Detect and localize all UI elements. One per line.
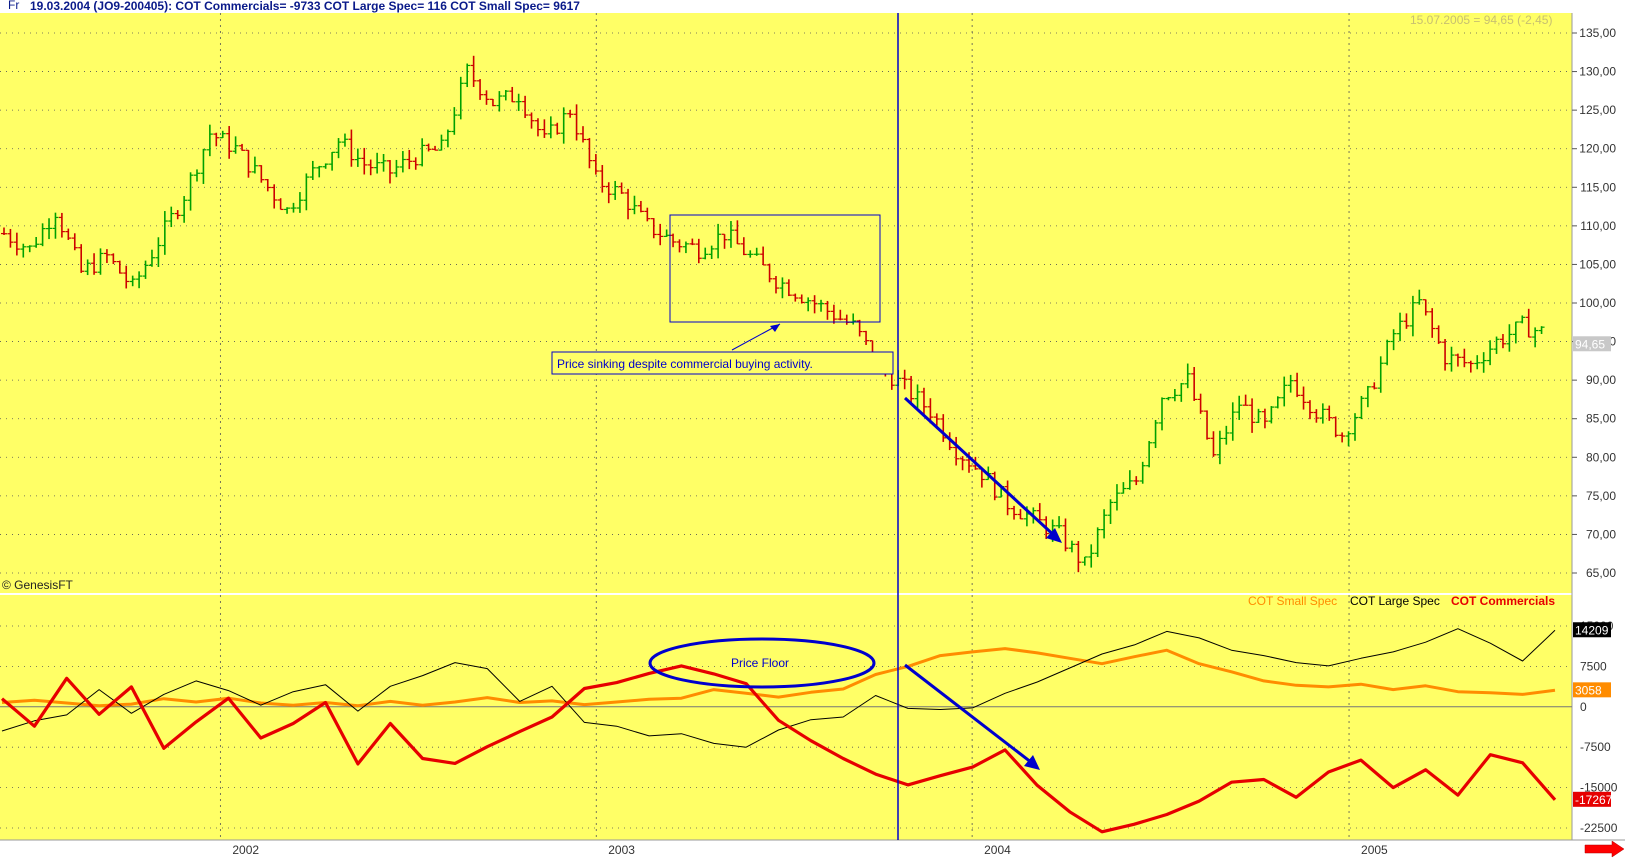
- chart-window: Fr 19.03.2004 (JO9-200405): COT Commerci…: [0, 0, 1625, 859]
- x-tick-label: 2005: [1361, 843, 1388, 857]
- price-tick-label: 125,00: [1579, 103, 1616, 117]
- price-tick-label: 135,00: [1579, 26, 1616, 40]
- price-tick-label: 100,00: [1579, 296, 1616, 310]
- price-tick-label: 75,00: [1586, 489, 1616, 503]
- header-prefix: Fr: [8, 0, 19, 12]
- price-tick-label: 105,00: [1579, 257, 1616, 271]
- callout-text: Price sinking despite commercial buying …: [557, 357, 813, 371]
- commercials-tag-label: -17267: [1575, 793, 1613, 807]
- copyright-text: © GenesisFT: [2, 578, 74, 592]
- large-spec-tag-label: 14209: [1575, 623, 1609, 637]
- price-last-tag: 94,65: [1573, 336, 1611, 352]
- legend-large-spec: COT Large Spec: [1350, 594, 1440, 608]
- price-tick-label: 110,00: [1580, 219, 1616, 233]
- cot-tick-label: 7500: [1580, 659, 1607, 673]
- chart-canvas: Fr 19.03.2004 (JO9-200405): COT Commerci…: [0, 0, 1625, 859]
- cot-tick-label: 0: [1580, 700, 1587, 714]
- x-tick-label: 2003: [608, 843, 635, 857]
- price-tick-label: 90,00: [1586, 373, 1616, 387]
- large-spec-tag: 14209: [1573, 622, 1611, 638]
- cot-panel: [0, 595, 1572, 840]
- price-tick-label: 65,00: [1586, 566, 1616, 580]
- price-last-tag-label: 94,65: [1575, 337, 1605, 351]
- price-tick-label: 115,00: [1580, 180, 1616, 194]
- header-quote: 15.07.2005 = 94,65 (-2,45): [1410, 13, 1552, 27]
- price-tick-label: 120,00: [1579, 142, 1616, 156]
- commercials-tag: -17267: [1573, 791, 1613, 807]
- x-tick-label: 2004: [984, 843, 1011, 857]
- x-tick-label: 2002: [232, 843, 259, 857]
- price-floor-label: Price Floor: [731, 656, 789, 670]
- cot-tick-label: -22500: [1580, 821, 1618, 835]
- price-tick-label: 70,00: [1586, 527, 1616, 541]
- small-spec-tag-label: 3058: [1575, 683, 1602, 697]
- header-info: 19.03.2004 (JO9-200405): COT Commercials…: [30, 0, 580, 13]
- cot-tick-label: -7500: [1580, 740, 1611, 754]
- legend-small-spec: COT Small Spec: [1248, 594, 1337, 608]
- legend-commercials: COT Commercials: [1451, 594, 1555, 608]
- price-tick-label: 130,00: [1579, 65, 1616, 79]
- price-tick-label: 80,00: [1586, 450, 1616, 464]
- small-spec-tag: 3058: [1573, 682, 1611, 698]
- price-tick-label: 85,00: [1586, 412, 1616, 426]
